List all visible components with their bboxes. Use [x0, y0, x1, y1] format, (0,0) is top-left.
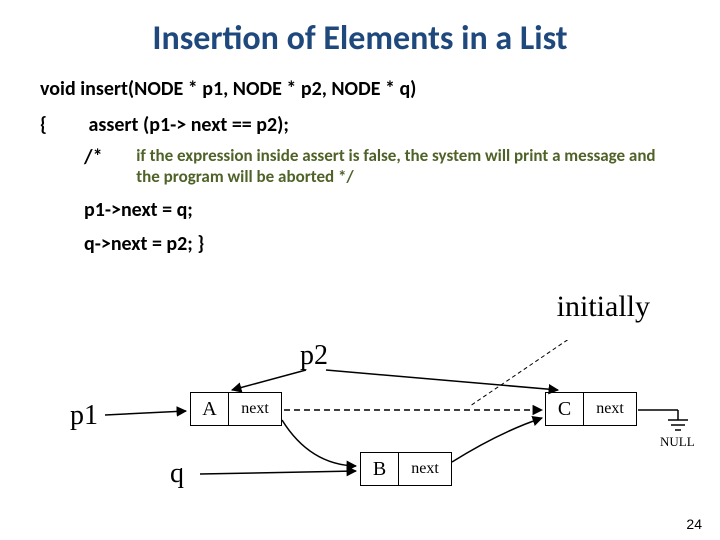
assert-line: assert (p1-> next == p2); [89, 113, 289, 137]
code-block: { assert (p1-> next == p2); [40, 113, 720, 137]
slide-title: Insertion of Elements in a List [0, 0, 720, 59]
initially-label: initially [557, 290, 650, 324]
brace-open: { [40, 113, 84, 137]
diagram: p1 p2 q A next C next B next NULL [0, 340, 720, 520]
comment-row: /* if the expression inside assert is fa… [84, 145, 720, 188]
statement-2: q->next = p2; } [84, 232, 720, 256]
comment-text: if the expression inside assert is false… [136, 145, 676, 188]
statement-1: p1->next = q; [84, 198, 720, 222]
function-signature: void insert(NODE * p1, NODE * p2, NODE *… [40, 77, 720, 101]
diagram-arrows [0, 340, 720, 540]
comment-open: /* [84, 145, 103, 169]
page-number: 24 [686, 516, 702, 532]
